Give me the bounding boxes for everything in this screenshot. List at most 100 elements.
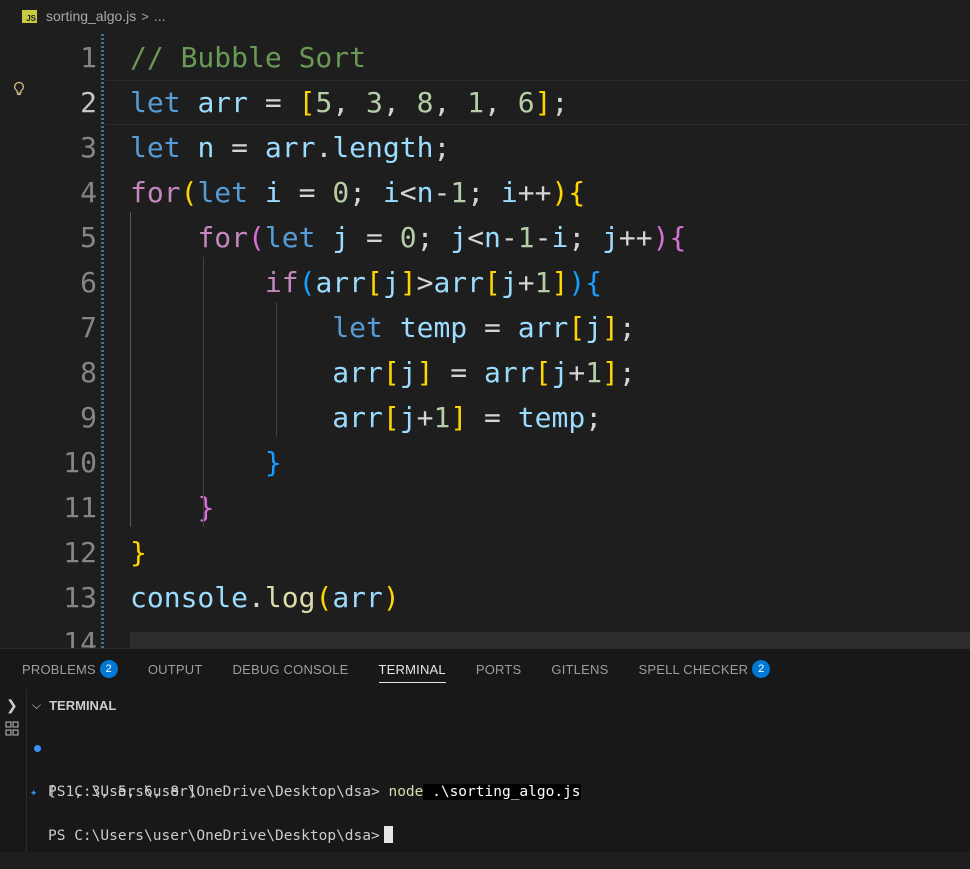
code-text: let temp = arr[j]; [130,305,635,350]
terminal-output[interactable]: PS C:\Users\user\OneDrive\Desktop\dsa> n… [26,737,970,844]
code-token: n [484,221,501,254]
code-token: > [416,266,434,299]
code-token: ( [315,581,333,614]
code-line[interactable]: 11 } [0,485,970,530]
line-number: 4 [80,176,97,209]
code-text: for(let j = 0; j<n-1-i; j++){ [130,215,686,260]
line-number: 6 [80,266,97,299]
code-token: j [332,221,350,254]
code-token: = [467,401,518,434]
code-token: length [332,131,434,164]
code-token: - [500,221,518,254]
code-text: let arr = [5, 3, 8, 1, 6]; [130,80,568,125]
chevron-right-icon[interactable]: ❯ [6,697,18,714]
code-token: = [281,176,333,209]
code-text: if(arr[j]>arr[j+1]){ [130,260,602,305]
code-text: let n = arr.length; [130,125,450,170]
line-number: 2 [80,86,97,119]
tab-label: DEBUG CONSOLE [232,661,349,677]
code-line[interactable]: 12} [0,530,970,575]
code-token: = [349,221,400,254]
tab-terminal[interactable]: TERMINAL [378,649,447,689]
tab-debug-console[interactable]: DEBUG CONSOLE [233,649,349,689]
code-token: j [399,401,417,434]
code-line[interactable]: 13 console.log(arr) [0,575,970,620]
tab-problems[interactable]: PROBLEMS 2 [22,649,118,689]
code-token: if [264,266,299,299]
code-token: arr [517,311,569,344]
tab-label: PROBLEMS [22,661,96,677]
breadcrumb: JS sorting_algo.js > ... [0,0,970,32]
code-line[interactable]: 4 for(let i = 0; i<n-1; i++){ [0,170,970,215]
command-decoration-icon[interactable]: ✦ [30,781,37,803]
code-token: for [130,176,181,209]
code-token: arr [484,356,535,389]
tab-ports[interactable]: PORTS [476,649,522,689]
code-token: } [130,536,147,569]
tab-label: PORTS [475,661,522,677]
code-token: arr [315,266,367,299]
code-token: , [433,86,468,119]
code-line[interactable]: 3 let n = arr.length; [0,125,970,170]
code-token: // Bubble Sort [130,41,367,74]
terminal-layout-icon[interactable] [5,721,19,737]
code-token: i [264,176,282,209]
code-line[interactable]: 2 let arr = [5, 3, 8, 1, 6]; [0,80,970,125]
code-text: } [130,440,282,485]
count-badge: 2 [99,660,118,678]
command-success-dot-icon[interactable] [34,745,41,752]
code-line[interactable]: 7 let temp = arr[j]; [0,305,970,350]
tab-gitlens[interactable]: GITLENS [551,649,608,689]
line-number: 10 [63,446,97,479]
tab-label: GITLENS [551,661,609,677]
code-token: temp [517,401,586,434]
code-token: i [500,176,518,209]
code-token: ; [416,221,451,254]
code-editor[interactable]: 1 // Bubble Sort 2 let arr = [5, 3, 8, 1, 6… [0,32,970,648]
indent-guide [203,257,204,527]
tab-output[interactable]: OUTPUT [148,649,203,689]
code-token: 1 [450,176,468,209]
code-line[interactable]: 5 for(let j = 0; j<n-1-i; j++){ [0,215,970,260]
code-line[interactable]: 1 // Bubble Sort [0,35,970,80]
code-token: ; [467,176,501,209]
breadcrumb-more[interactable]: ... [154,8,166,24]
code-token: , [382,86,417,119]
code-token: } [197,491,215,524]
code-token: arr [332,356,383,389]
code-token: = [214,131,265,164]
terminal-section-header[interactable]: ⌵ TERMINAL [26,693,116,717]
code-line[interactable]: 9 arr[j+1] = temp; [0,395,970,440]
code-token: n [416,176,434,209]
tab-spell-checker[interactable]: SPELL CHECKER 2 [638,649,771,689]
code-token: j [382,266,400,299]
code-token: log [264,581,316,614]
code-text: for(let i = 0; i<n-1; i++){ [130,170,585,215]
breadcrumb-file[interactable]: sorting_algo.js [46,8,136,24]
code-token: ) [551,176,569,209]
code-token: [ [534,356,552,389]
code-token: [ [382,401,400,434]
terminal-prompt: PS C:\Users\user\OneDrive\Desktop\dsa> [48,828,380,844]
code-token: { [669,221,687,254]
code-token: = [433,356,485,389]
code-line[interactable]: 8 arr[j] = arr[j+1]; [0,350,970,395]
code-token: { [585,266,603,299]
code-text: arr[j] = arr[j+1]; [130,350,635,395]
code-token: let [130,131,181,164]
code-token: for [197,221,249,254]
code-text: console.log(arr) [130,575,400,620]
code-token: , [484,86,518,119]
code-line[interactable]: 6 if(arr[j]>arr[j+1]){ [0,260,970,305]
tab-label: OUTPUT [147,661,203,677]
code-token: . [315,131,333,164]
code-token: ] [450,401,468,434]
code-token: = [248,86,299,119]
code-token: - [433,176,451,209]
code-line[interactable]: 10 } [0,440,970,485]
code-token: ) [382,581,400,614]
